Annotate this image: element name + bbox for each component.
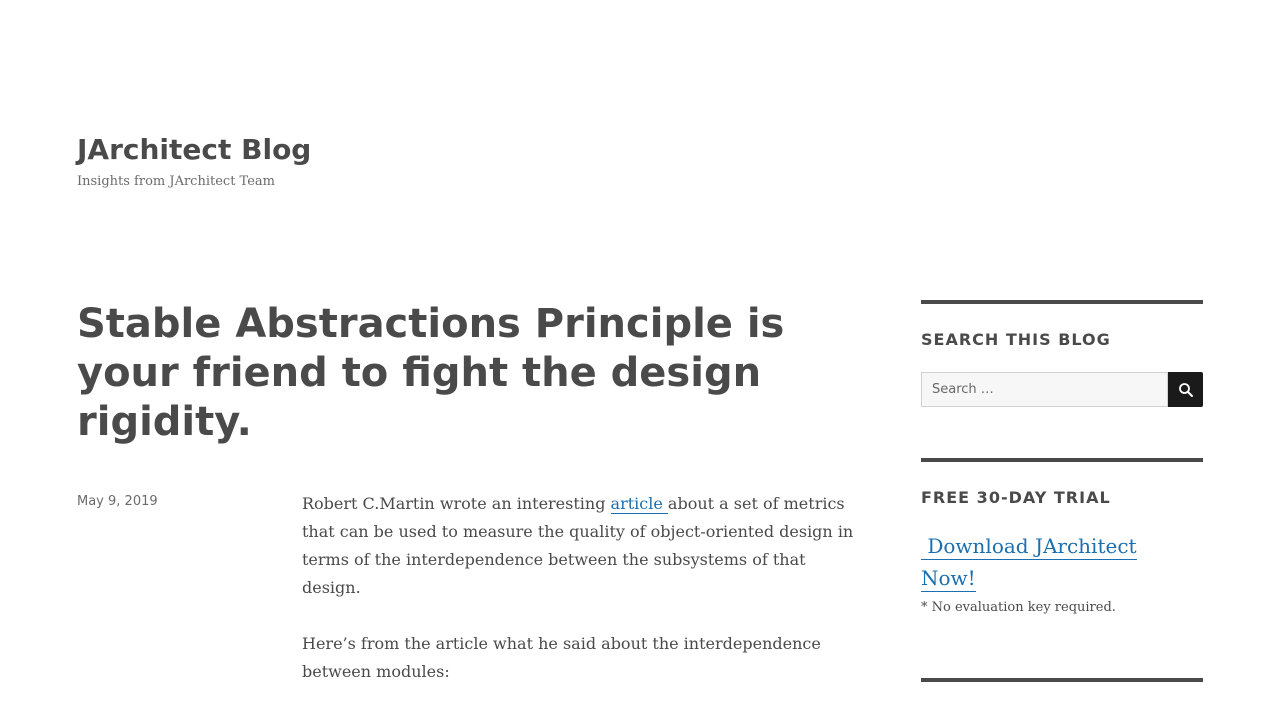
trial-widget: FREE 30-DAY TRIAL Download JArchitect No… [921, 458, 1203, 615]
paragraph-text: Robert C.Martin wrote an interesting [302, 494, 611, 513]
trial-note: * No evaluation key required. [921, 600, 1116, 615]
search-icon [1178, 382, 1193, 397]
download-link[interactable]: Download JArchitect Now! [921, 530, 1203, 594]
trial-widget-title: FREE 30-DAY TRIAL [921, 488, 1111, 507]
site-header: JArchitect Blog Insights from JArchitect… [77, 130, 311, 194]
download-link-text: Download JArchitect [921, 534, 1137, 560]
search-widget-title: SEARCH THIS BLOG [921, 330, 1111, 349]
post-date[interactable]: May 9, 2019 [77, 494, 158, 509]
post-paragraph: Here’s from the article what he said abo… [302, 634, 821, 681]
search-input[interactable] [921, 372, 1168, 407]
site-title[interactable]: JArchitect Blog [77, 130, 311, 170]
post-paragraph: Robert C.Martin wrote an interesting art… [302, 490, 862, 602]
post-content: Robert C.Martin wrote an interesting art… [302, 490, 862, 714]
search-button[interactable] [1168, 372, 1203, 407]
search-form [921, 372, 1203, 407]
post-title: Stable Abstractions Principle is your fr… [77, 301, 785, 445]
download-link-line1: Download JArchitect [927, 534, 1137, 558]
article-link[interactable]: article [610, 494, 668, 514]
sidebar-widget [921, 678, 1203, 724]
search-widget: SEARCH THIS BLOG [921, 300, 1203, 407]
download-link-line2: Now! [921, 566, 976, 592]
site-description: Insights from JArchitect Team [77, 174, 275, 189]
